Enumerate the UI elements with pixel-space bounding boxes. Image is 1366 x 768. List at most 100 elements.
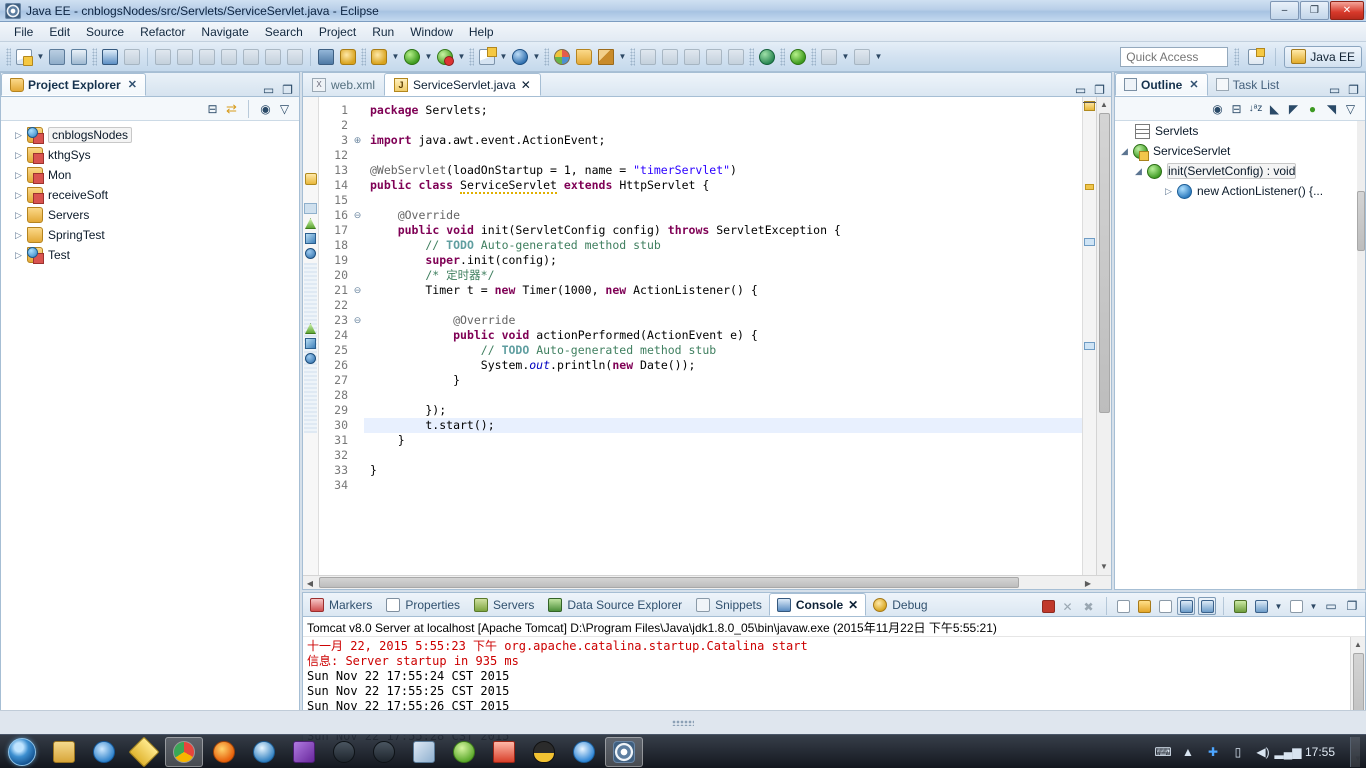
menu-item-navigate[interactable]: Navigate [193,23,256,41]
editor-vertical-scrollbar[interactable]: ▲ ▼ [1096,97,1111,589]
outline-item-anonymous-listener[interactable]: ▷ new ActionListener() {... [1115,181,1365,201]
new-server-arrow[interactable]: ▼ [498,46,509,68]
fold-marker[interactable] [351,238,364,253]
keyboard-icon[interactable]: ⌨ [1154,744,1171,760]
twisty-icon[interactable]: ▷ [15,150,27,161]
twisty-icon[interactable]: ▷ [15,190,27,201]
scroll-down-arrow[interactable]: ▼ [1097,559,1111,573]
remove-launch-button[interactable]: ✕ [1060,597,1078,615]
run-as-server-button[interactable] [787,46,809,68]
tab-console[interactable]: Console ✕ [768,593,867,616]
code-line[interactable] [364,118,1082,133]
disconnect-button[interactable] [218,46,240,68]
tab-markers[interactable]: Markers [303,593,379,616]
scroll-right-arrow[interactable]: ▶ [1081,576,1095,589]
profile-button[interactable] [818,46,840,68]
open-type-button[interactable] [551,46,573,68]
breakpoint-icon-2[interactable] [305,353,316,364]
fold-marker[interactable] [351,388,364,403]
editor-code-area[interactable]: 1 2 3 12 13 14 15 16 17 18 19 20 21 22 23 24 25 26 27 28 29 3… [303,97,1111,589]
show-console-on-error-button[interactable] [1198,597,1216,615]
scroll-up-arrow[interactable]: ▲ [1097,97,1111,111]
scroll-lock-button[interactable] [1135,597,1153,615]
collapse-all-icon[interactable]: ⊟ [1230,102,1243,116]
fold-marker[interactable] [351,373,364,388]
view-menu-icon[interactable]: ▽ [278,102,291,116]
menu-item-window[interactable]: Window [402,23,461,41]
tree-item-receivesoft[interactable]: ▷ receiveSoft [1,185,299,205]
start-button[interactable] [0,736,44,768]
tab-properties[interactable]: Properties [379,593,467,616]
skip-breakpoints-button[interactable] [121,46,143,68]
todo-marker-icon[interactable] [305,233,316,244]
editor-horizontal-scrollbar[interactable]: ◀ ▶ [303,575,1111,589]
code-line[interactable]: Timer t = new Timer(1000, new ActionList… [364,283,1082,298]
menu-item-search[interactable]: Search [257,23,311,41]
tab-project-explorer[interactable]: Project Explorer ✕ [1,73,146,96]
code-line[interactable] [364,298,1082,313]
hide-static-icon[interactable]: ◤ [1287,102,1300,116]
code-line[interactable]: // TODO Auto-generated method stub [364,343,1082,358]
code-line[interactable]: System.out.println(new Date()); [364,358,1082,373]
snippet-button[interactable] [851,46,873,68]
toolbar-grip[interactable] [6,47,11,66]
close-icon[interactable]: ✕ [848,598,858,612]
display-console-arrow[interactable]: ▼ [1273,595,1284,617]
overview-ruler[interactable] [1082,97,1096,589]
hide-local-types-icon[interactable]: ◥ [1325,102,1338,116]
save-button[interactable] [46,46,68,68]
taskbar-item-editplus[interactable] [125,735,163,768]
fold-marker[interactable] [351,478,364,493]
profile-arrow[interactable]: ▼ [840,46,851,68]
bluetooth-icon[interactable]: ✚ [1205,744,1221,760]
show-desktop-button[interactable] [1350,736,1360,767]
next-annotation-button[interactable] [637,46,659,68]
scroll-left-arrow[interactable]: ◀ [303,576,317,589]
view-menu-icon[interactable]: ▽ [1344,102,1357,116]
search-button[interactable] [509,46,531,68]
h-scrollbar-thumb[interactable] [319,577,1019,588]
code-line[interactable] [364,193,1082,208]
code-line[interactable]: public class ServiceServlet extends Http… [364,178,1082,194]
code-line[interactable]: public void init(ServletConfig config) t… [364,223,1082,238]
todo-marker-icon-2[interactable] [305,338,316,349]
hide-nonpublic-icon[interactable]: ● [1306,102,1319,116]
fold-marker[interactable] [351,193,364,208]
taskbar-item-tux[interactable] [525,737,563,767]
twisty-icon[interactable]: ▷ [15,130,27,141]
twisty-icon[interactable]: ◢ [1121,146,1133,157]
toggle-mark-button[interactable] [681,46,703,68]
taskbar-item-eclipse[interactable] [605,736,643,767]
code-line[interactable] [364,148,1082,163]
link-with-editor-icon[interactable]: ⇄ [225,101,238,116]
filters-icon[interactable]: ◉ [259,102,272,116]
taskbar-item-navicat-1[interactable] [325,737,363,767]
tree-item-kthgsys[interactable]: ▷ kthgSys [1,145,299,165]
toolbar-grip-8[interactable] [780,47,785,66]
open-web-browser-button[interactable] [756,46,778,68]
code-line[interactable]: }); [364,403,1082,418]
code-line[interactable] [364,478,1082,493]
remove-all-button[interactable]: ✖ [1081,597,1099,615]
resume-button[interactable] [152,46,174,68]
code-line[interactable]: // TODO Auto-generated method stub [364,238,1082,253]
show-hidden-icons-icon[interactable]: ▲ [1180,744,1196,760]
volume-icon[interactable]: ◀) [1255,744,1271,760]
code-line[interactable] [364,388,1082,403]
toolbar-grip-5[interactable] [544,47,549,66]
tab-data-source-explorer[interactable]: Data Source Explorer [541,593,689,616]
override-marker-icon[interactable] [305,218,316,229]
display-selected-console-button[interactable] [1252,597,1270,615]
minimize-icon[interactable]: ▭ [1074,83,1087,97]
code-line[interactable] [364,448,1082,463]
close-icon[interactable]: ✕ [1189,78,1198,91]
tab-outline[interactable]: Outline ✕ [1115,73,1208,96]
fold-marker[interactable] [351,298,364,313]
maximize-button[interactable]: ❐ [1343,597,1361,615]
fold-marker[interactable] [351,448,364,463]
sort-icon[interactable]: ↓ᵃz [1249,102,1263,115]
run-button[interactable] [401,46,423,68]
code-line[interactable]: package Servlets; [364,103,1082,118]
pin-console-button[interactable] [1231,597,1249,615]
overview-mark-3[interactable] [1084,342,1095,350]
